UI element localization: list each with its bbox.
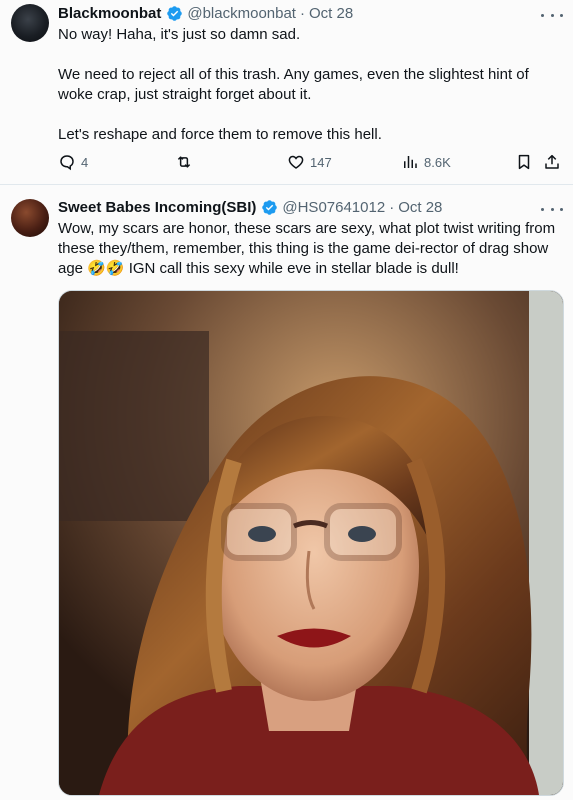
retweet-icon — [177, 156, 191, 168]
heart-icon — [288, 155, 304, 169]
like-count: 147 — [310, 154, 332, 170]
more-icon[interactable] — [541, 201, 563, 217]
retweet-button[interactable] — [175, 153, 198, 171]
bookmark-button[interactable] — [515, 153, 538, 171]
timeline: Blackmoonbat @blackmoonbat · Oct 28 No w… — [0, 0, 573, 800]
more-icon[interactable] — [541, 7, 563, 23]
share-button[interactable] — [543, 153, 566, 171]
tweet-paragraph: We need to reject all of this trash. Any… — [58, 66, 529, 103]
portrait-image — [59, 291, 563, 795]
avatar[interactable] — [11, 4, 49, 42]
separator-dot: · — [299, 5, 305, 22]
tweet-header: Sweet Babes Incoming(SBI) @HS07641012 · … — [58, 199, 442, 216]
separator-dot: · — [389, 199, 395, 216]
tweet-paragraph: Let's reshape and force them to remove t… — [58, 126, 382, 143]
display-name[interactable]: Sweet Babes Incoming(SBI) — [58, 199, 256, 216]
reply-count: 4 — [81, 154, 89, 170]
verified-badge-icon — [167, 6, 183, 21]
avatar[interactable] — [11, 199, 49, 237]
verified-badge-icon — [262, 200, 278, 215]
tweet-photo[interactable] — [58, 290, 564, 796]
handle[interactable]: @HS07641012 — [282, 199, 385, 216]
handle[interactable]: @blackmoonbat — [187, 5, 296, 22]
views-icon — [404, 156, 417, 168]
share-icon — [545, 154, 559, 169]
view-count: 8.6K — [424, 154, 451, 170]
like-button[interactable]: 147 — [287, 153, 332, 171]
tweet-text: No way! Haha, it's just so damn sad. We … — [58, 25, 563, 145]
tweet-paragraph: No way! Haha, it's just so damn sad. — [58, 26, 301, 43]
bookmark-icon — [518, 154, 530, 170]
reply-icon — [60, 155, 74, 171]
tweet-date[interactable]: Oct 28 — [309, 5, 353, 22]
reply-button[interactable]: 4 — [58, 153, 88, 171]
tweet-header: Blackmoonbat @blackmoonbat · Oct 28 — [58, 5, 353, 22]
tweet-text: Wow, my scars are honor, these scars are… — [58, 220, 556, 277]
tweet-date[interactable]: Oct 28 — [398, 199, 442, 216]
tweet-1[interactable]: Blackmoonbat @blackmoonbat · Oct 28 No w… — [0, 0, 573, 185]
tweet-actions: 4 147 8.6K — [58, 153, 563, 175]
views-button[interactable]: 8.6K — [401, 153, 451, 171]
display-name[interactable]: Blackmoonbat — [58, 5, 161, 22]
